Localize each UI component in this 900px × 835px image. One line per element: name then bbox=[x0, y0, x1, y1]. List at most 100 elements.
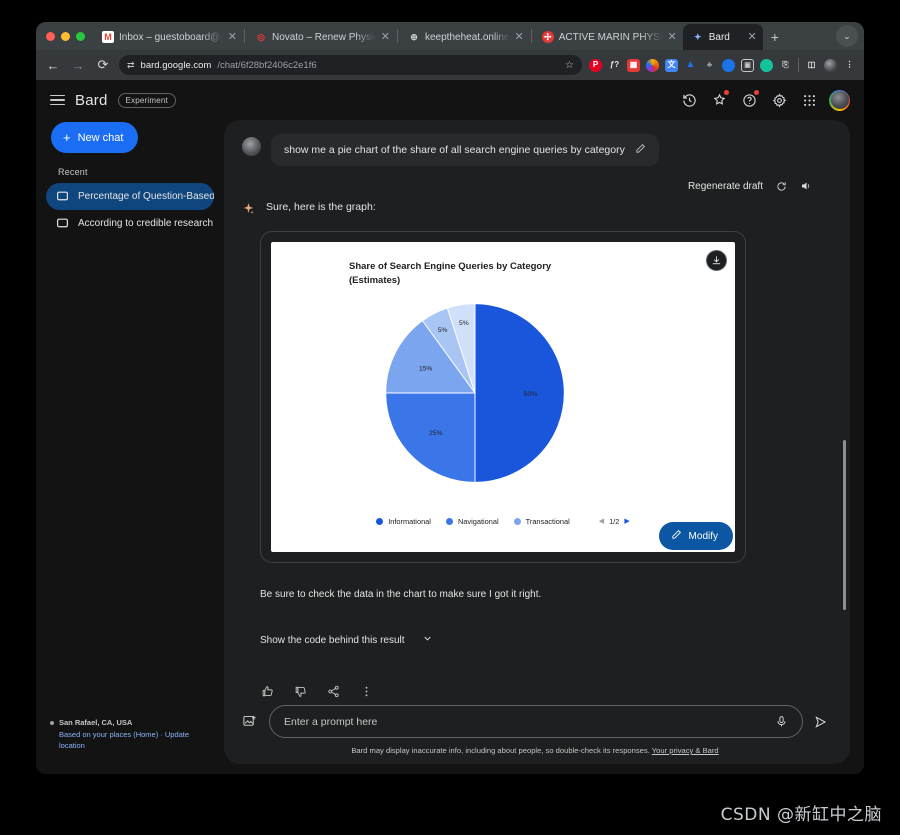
conversation-scrollbar[interactable] bbox=[843, 440, 846, 610]
side-panel-icon[interactable]: ◫ bbox=[805, 59, 818, 72]
minimize-window-button[interactable] bbox=[61, 31, 70, 41]
history-icon[interactable] bbox=[679, 90, 699, 110]
help-icon[interactable] bbox=[739, 90, 759, 110]
browser-tab-title: Novato – Renew Physical Th bbox=[272, 31, 376, 43]
forward-button[interactable]: → bbox=[69, 56, 87, 74]
search-input[interactable] bbox=[284, 715, 767, 728]
gmail-icon: M bbox=[102, 31, 114, 43]
redbox-extension-icon[interactable]: ▦ bbox=[627, 58, 640, 72]
thumbs-up-icon[interactable] bbox=[260, 685, 274, 699]
url-host: bard.google.com bbox=[140, 59, 212, 71]
modify-button[interactable]: Modify bbox=[658, 522, 733, 550]
sidebar-item-label: According to credible research, … bbox=[78, 218, 214, 229]
google-translate-extension-icon[interactable]: 文 bbox=[665, 58, 678, 72]
refresh-icon[interactable] bbox=[776, 181, 787, 192]
close-tab-button[interactable]: ✕ bbox=[515, 31, 524, 43]
thumbs-down-icon[interactable] bbox=[293, 685, 307, 699]
bard-sparkle-icon: ✦ bbox=[693, 31, 702, 42]
browser-tab-title: Bard bbox=[708, 31, 730, 43]
clipboard-extension-icon[interactable]: ⎘ bbox=[779, 59, 792, 72]
close-tab-button[interactable]: ✕ bbox=[668, 31, 677, 43]
more-options-icon[interactable] bbox=[359, 685, 373, 699]
renew-physical-therapy-icon: ◎ bbox=[257, 31, 265, 42]
close-window-button[interactable] bbox=[46, 31, 55, 41]
legend-entry-transactional[interactable]: Transactional bbox=[513, 517, 570, 526]
sidebar-item-chat-0[interactable]: Percentage of Question-Based… bbox=[46, 183, 214, 210]
browser-tab-inbox[interactable]: M Inbox – guestoboard@gmail.c ✕ bbox=[93, 24, 243, 50]
location-info: San Rafael, CA, USA Based on your places… bbox=[50, 717, 215, 752]
settings-gear-icon[interactable] bbox=[769, 90, 789, 110]
browser-tab-active-marin[interactable]: ✢ ACTIVE MARIN PHYSICAL TH ✕ bbox=[533, 24, 683, 50]
browser-tab-bard[interactable]: ✦ Bard ✕ bbox=[682, 24, 763, 50]
google-apps-grid-icon[interactable] bbox=[799, 90, 819, 110]
location-primary: San Rafael, CA, USA bbox=[59, 718, 133, 728]
conversation-area: show me a pie chart of the share of all … bbox=[224, 120, 850, 705]
sidebar-item-chat-1[interactable]: According to credible research, … bbox=[46, 210, 214, 237]
legend-entry-informational[interactable]: Informational bbox=[376, 517, 431, 526]
close-tab-button[interactable]: ✕ bbox=[228, 31, 237, 43]
download-icon[interactable] bbox=[706, 250, 727, 271]
legend-color-swatch bbox=[513, 518, 521, 525]
pinterest-extension-icon[interactable]: P bbox=[589, 58, 602, 72]
prompt-input-container[interactable] bbox=[269, 705, 803, 738]
speaker-icon[interactable] bbox=[800, 180, 812, 192]
privacy-link[interactable]: Your privacy & Bard bbox=[652, 746, 719, 755]
colorful-circle-extension-icon[interactable] bbox=[646, 58, 659, 72]
grayscale-extension-icon[interactable]: ♣ bbox=[703, 59, 716, 72]
legend-next-button[interactable]: ▶ bbox=[624, 518, 629, 525]
pencil-edit-icon[interactable] bbox=[635, 143, 646, 157]
browser-tab-novato[interactable]: ◎ Novato – Renew Physical Th ✕ bbox=[246, 24, 396, 50]
tab-search-button[interactable]: ⌄ bbox=[836, 25, 858, 47]
user-prompt-text: show me a pie chart of the share of all … bbox=[284, 144, 625, 156]
address-bar[interactable]: ⇄ bard.google.com/chat/6f28bf2406c2e1f6 … bbox=[119, 55, 582, 75]
avatar bbox=[242, 137, 261, 156]
send-icon[interactable] bbox=[814, 715, 828, 729]
google-drive-extension-icon[interactable]: ▲ bbox=[684, 59, 697, 72]
chart-title-line-1: Share of Search Engine Queries by Catego… bbox=[349, 261, 552, 272]
regenerate-draft-label[interactable]: Regenerate draft bbox=[688, 181, 763, 192]
show-code-toggle[interactable]: Show the code behind this result bbox=[260, 633, 433, 647]
reload-button[interactable]: ⟳ bbox=[94, 56, 112, 74]
pie-slice-group bbox=[385, 303, 565, 483]
regenerate-draft-row: Regenerate draft bbox=[242, 180, 812, 192]
close-tab-button[interactable]: ✕ bbox=[748, 31, 757, 43]
legend-page-indicator: 1/2 bbox=[609, 517, 620, 526]
new-tab-button[interactable]: + bbox=[763, 24, 787, 50]
legend-label: Informational bbox=[388, 517, 431, 526]
notion-extension-icon[interactable]: ▣ bbox=[741, 58, 754, 72]
close-tab-button[interactable]: ✕ bbox=[381, 31, 390, 43]
share-icon[interactable] bbox=[326, 685, 340, 699]
browser-tab-keeptheheat[interactable]: ⊕ keeptheheat.online ✕ bbox=[399, 24, 530, 50]
three-dots-menu-icon[interactable]: ⋮ bbox=[843, 59, 856, 72]
pie-slice[interactable] bbox=[474, 303, 565, 483]
new-chat-button[interactable]: + New chat bbox=[51, 122, 139, 153]
profile-avatar[interactable] bbox=[824, 58, 837, 72]
feedback-row bbox=[260, 685, 822, 699]
browser-tab-title: ACTIVE MARIN PHYSICAL TH bbox=[558, 31, 663, 43]
composer-area: Bard may display inaccurate info, includ… bbox=[224, 705, 850, 764]
site-settings-icon[interactable]: ⇄ bbox=[127, 60, 135, 71]
bookmark-star-icon[interactable]: ☆ bbox=[565, 60, 574, 71]
fontsninja-extension-icon[interactable]: ƒ? bbox=[608, 59, 621, 72]
grammarly-extension-icon[interactable] bbox=[760, 58, 773, 72]
legend-color-swatch bbox=[445, 518, 453, 525]
legend-entry-navigational[interactable]: Navigational bbox=[445, 517, 499, 526]
microphone-icon[interactable] bbox=[775, 715, 788, 728]
window-traffic-lights bbox=[44, 22, 93, 50]
hamburger-menu-icon[interactable] bbox=[50, 94, 65, 106]
back-button[interactable]: ← bbox=[44, 56, 62, 74]
bard-body: + New chat Recent Percentage of Question… bbox=[36, 120, 864, 774]
user-avatar[interactable] bbox=[829, 89, 850, 111]
chevron-down-icon bbox=[422, 633, 433, 647]
pie-slice[interactable] bbox=[385, 392, 476, 483]
url-path: /chat/6f28bf2406c2e1f6 bbox=[217, 59, 317, 71]
pencil-edit-icon bbox=[671, 529, 682, 543]
location-secondary[interactable]: Based on your places (Home) · Update loc… bbox=[50, 729, 215, 752]
legend-prev-button[interactable]: ◀ bbox=[599, 518, 604, 525]
pie-slice-label: 50% bbox=[524, 391, 537, 398]
extensions-puzzle-icon[interactable] bbox=[709, 90, 729, 110]
chart-title: Share of Search Engine Queries by Catego… bbox=[349, 260, 649, 288]
add-image-icon[interactable] bbox=[242, 714, 258, 730]
blue-circle-extension-icon[interactable] bbox=[722, 58, 735, 72]
maximize-window-button[interactable] bbox=[76, 31, 85, 41]
